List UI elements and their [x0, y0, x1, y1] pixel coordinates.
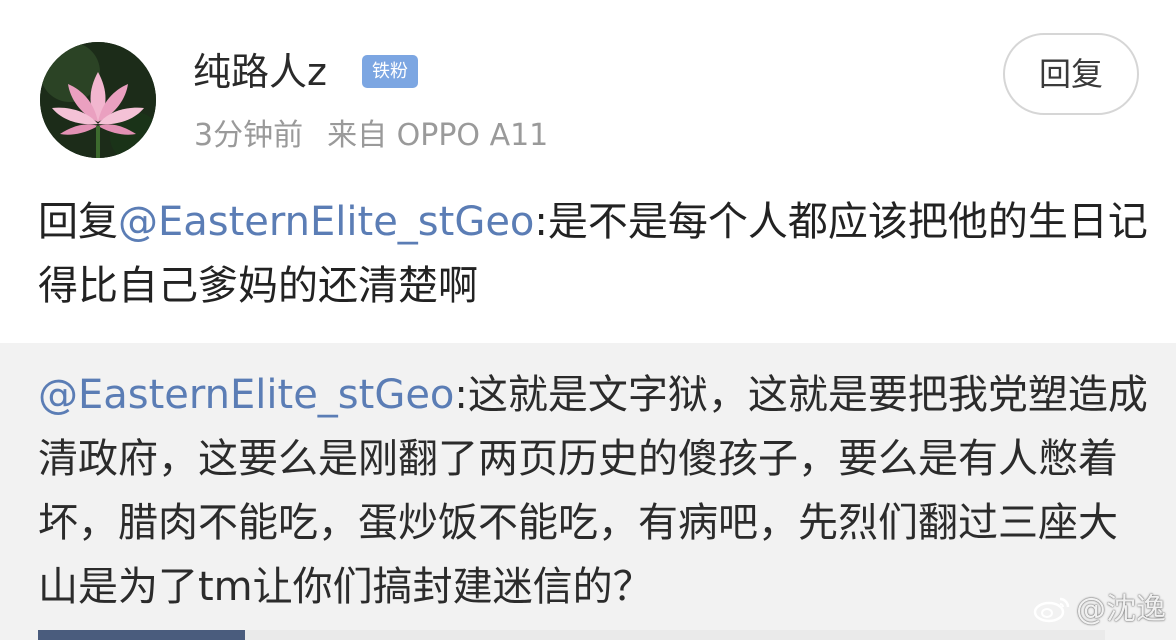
post-time: 3分钟前	[194, 118, 304, 153]
post-source: 来自 OPPO A11	[327, 118, 549, 153]
quoted-comment-body: @EasternElite_stGeo:这就是文字狱，这就是要把我党塑造成清政府…	[38, 363, 1148, 619]
watermark: @沈逸	[1032, 590, 1166, 630]
quoted-comment[interactable]: @EasternElite_stGeo:这就是文字狱，这就是要把我党塑造成清政府…	[0, 343, 1176, 640]
quoted-image-strip	[245, 630, 1105, 640]
comment-body: 回复@EasternElite_stGeo:是不是每个人都应该把他的生日记得比自…	[38, 190, 1148, 318]
post-meta: 3分钟前 来自 OPPO A11	[194, 116, 548, 156]
username[interactable]: 纯路人z	[193, 46, 327, 98]
watermark-text: @沈逸	[1076, 592, 1166, 627]
quoted-image-thumbnail[interactable]	[38, 630, 245, 640]
quoted-mention-link[interactable]: @EasternElite_stGeo	[38, 372, 454, 418]
reply-button[interactable]: 回复	[1003, 33, 1139, 115]
weibo-icon	[1032, 593, 1072, 623]
comment-mention-link[interactable]: @EasternElite_stGeo	[118, 199, 534, 245]
fan-badge: 铁粉	[362, 55, 418, 88]
comment-prefix: 回复	[38, 199, 118, 245]
avatar[interactable]	[40, 42, 156, 158]
lotus-flower-avatar-icon	[40, 42, 156, 158]
